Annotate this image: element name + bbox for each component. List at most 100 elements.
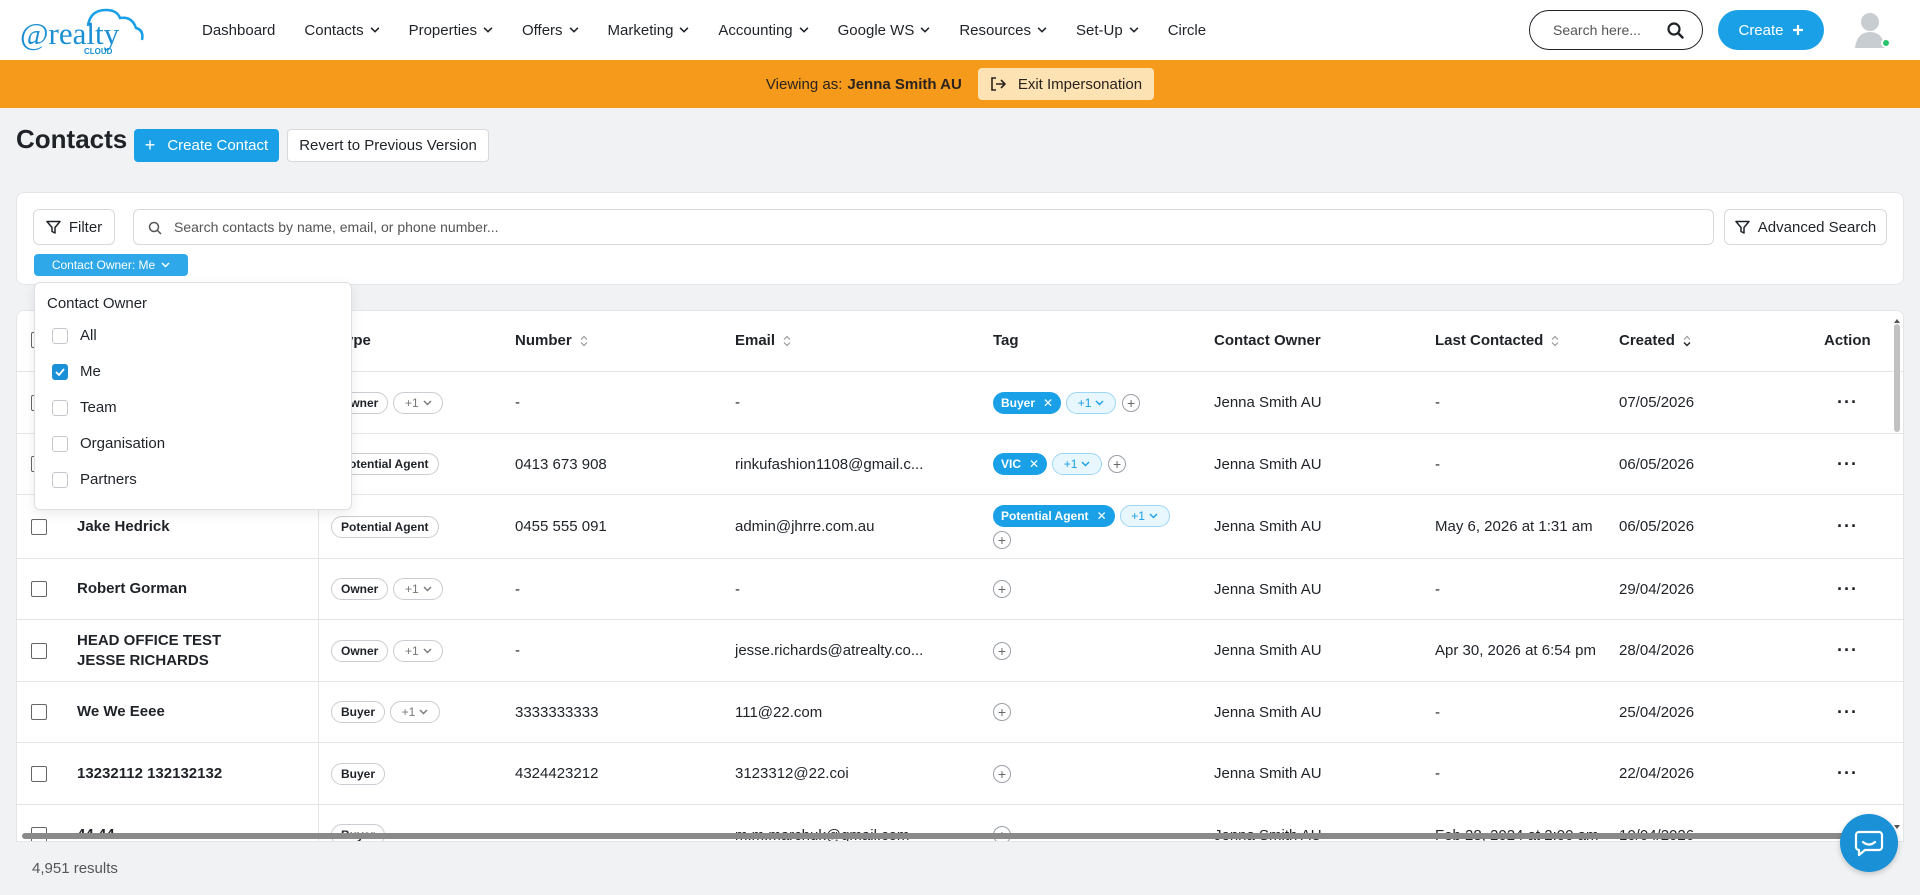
chevron-down-icon [1095,400,1104,405]
vertical-scrollbar[interactable] [1893,318,1901,838]
add-tag-icon[interactable]: + [993,580,1011,598]
nav-item-marketing[interactable]: Marketing [608,22,690,39]
nav-item-contacts[interactable]: Contacts [304,22,380,39]
contact-name[interactable]: We We Eeee [77,682,257,742]
create-button[interactable]: Create [1718,10,1824,50]
type-more-label: +1 [405,395,419,410]
add-tag-icon[interactable]: + [1122,393,1141,412]
add-tag-icon[interactable]: + [993,530,1011,549]
owner-option-team[interactable]: Team [52,399,117,416]
add-tag-icon[interactable]: + [1108,455,1127,473]
row-actions-button[interactable]: ··· [1837,559,1858,619]
column-created-label: Created [1619,332,1675,349]
vertical-scrollbar-thumb[interactable] [1894,324,1900,432]
table-row[interactable]: We We Eeee Buyer +1 3333333333 111@22.com + Je… [17,682,1903,743]
column-created[interactable]: Created [1619,332,1691,349]
remove-tag-icon[interactable]: ✕ [1043,396,1053,410]
remove-tag-icon[interactable]: ✕ [1029,457,1039,471]
nav-item-offers[interactable]: Offers [522,22,579,39]
tag-label: Potential Agent [1001,508,1089,523]
advanced-search-button[interactable]: Advanced Search [1724,209,1887,245]
type-more-button[interactable]: +1 [393,391,444,414]
tag-chip[interactable]: Buyer ✕ [993,391,1062,414]
nav-item-dashboard[interactable]: Dashboard [202,22,275,39]
table-row[interactable]: HEAD OFFICE TEST JESSE RICHARDS Owner +1 - j… [17,620,1903,682]
column-number[interactable]: Number [515,332,588,349]
checkbox[interactable] [52,471,68,488]
chevron-down-icon [799,27,809,33]
created-date: 22/04/2026 [1619,765,1695,782]
global-search[interactable] [1529,10,1703,50]
type-more-button[interactable]: +1 [390,701,441,723]
nav-item-google-ws[interactable]: Google WS [838,22,931,39]
realty-cloud-logo[interactable]: @realty CLOUD [20,4,146,56]
tag-more-button[interactable]: +1 [1052,453,1103,475]
contacts-search-input[interactable] [174,219,1713,235]
checked-checkbox[interactable] [52,363,68,380]
column-last-contacted[interactable]: Last Contacted [1435,332,1559,349]
contact-name[interactable]: Robert Gorman [77,559,257,619]
main-nav: Dashboard Contacts Properties Offers Marketi… [202,0,1235,60]
horizontal-scrollbar-thumb[interactable] [22,833,1882,839]
horizontal-scrollbar[interactable] [16,832,1904,840]
nav-item-label: Circle [1167,21,1207,39]
tag-chip[interactable]: Potential Agent ✕ [993,504,1115,527]
owner-option-all[interactable]: All [52,327,97,344]
impersonated-user-name: Jenna Smith AU [847,75,962,93]
owner-option-partners[interactable]: Partners [52,471,137,488]
tag-chip[interactable]: VIC ✕ [993,453,1048,475]
row-actions-button[interactable]: ··· [1837,495,1858,558]
type-more-button[interactable]: +1 [393,639,444,662]
phone-number: - [515,642,520,659]
nav-item-set-up[interactable]: Set-Up [1076,22,1139,39]
contact-owner-filter-chip[interactable]: Contact Owner: Me [34,254,188,276]
chevron-down-icon [1129,27,1139,33]
sort-desc-icon [1683,335,1691,346]
checkbox[interactable] [52,327,68,344]
row-actions-button[interactable]: ··· [1837,620,1858,681]
page-title: Contacts [16,124,128,154]
row-checkbox[interactable] [31,559,47,619]
global-search-input[interactable] [1553,22,1663,38]
svg-text:@realty: @realty [20,16,120,51]
filter-button[interactable]: Filter [33,209,115,245]
type-pill: Owner [331,639,389,662]
nav-item-resources[interactable]: Resources [959,22,1047,39]
checkbox[interactable] [52,399,68,416]
row-actions-button[interactable]: ··· [1837,743,1858,804]
row-actions-button[interactable]: ··· [1837,372,1858,433]
revert-version-button[interactable]: Revert to Previous Version [287,129,489,162]
chevron-down-icon [423,586,432,592]
add-tag-icon[interactable]: + [993,703,1011,721]
type-more-button[interactable]: +1 [393,578,444,600]
support-chat-button[interactable] [1840,814,1898,872]
search-icon[interactable] [1667,22,1684,39]
row-checkbox[interactable] [31,620,47,681]
checkbox[interactable] [52,435,68,452]
row-checkbox[interactable] [31,743,47,804]
sort-icon [580,335,588,346]
more-horizontal-icon: ··· [1837,578,1858,599]
exit-impersonation-button[interactable]: Exit Impersonation [977,68,1155,100]
contact-name[interactable]: HEAD OFFICE TEST JESSE RICHARDS [77,620,257,681]
owner-option-organisation[interactable]: Organisation [52,435,165,452]
row-actions-button[interactable]: ··· [1837,682,1858,742]
table-row[interactable]: 13232112 132132132 Buyer 4324423212 3123312… [17,743,1903,805]
owner-option-me[interactable]: Me [52,363,101,380]
column-email[interactable]: Email [735,332,791,349]
tag-more-button[interactable]: +1 [1066,391,1117,414]
add-tag-icon[interactable]: + [993,764,1011,783]
add-tag-icon[interactable]: + [993,641,1011,660]
row-checkbox[interactable] [31,682,47,742]
remove-tag-icon[interactable]: ✕ [1097,509,1107,523]
tag-more-button[interactable]: +1 [1119,504,1170,527]
nav-item-circle[interactable]: Circle [1168,22,1206,39]
table-row[interactable]: Robert Gorman Owner +1 - - + Jenna Smith AU - 29… [17,559,1903,620]
contact-name[interactable]: 13232112 132132132 [77,743,257,804]
user-avatar[interactable] [1853,10,1891,50]
row-actions-button[interactable]: ··· [1837,434,1858,494]
contacts-search[interactable] [133,209,1714,245]
nav-item-properties[interactable]: Properties [409,22,493,39]
create-contact-button[interactable]: + Create Contact [134,129,279,162]
nav-item-accounting[interactable]: Accounting [718,22,809,39]
